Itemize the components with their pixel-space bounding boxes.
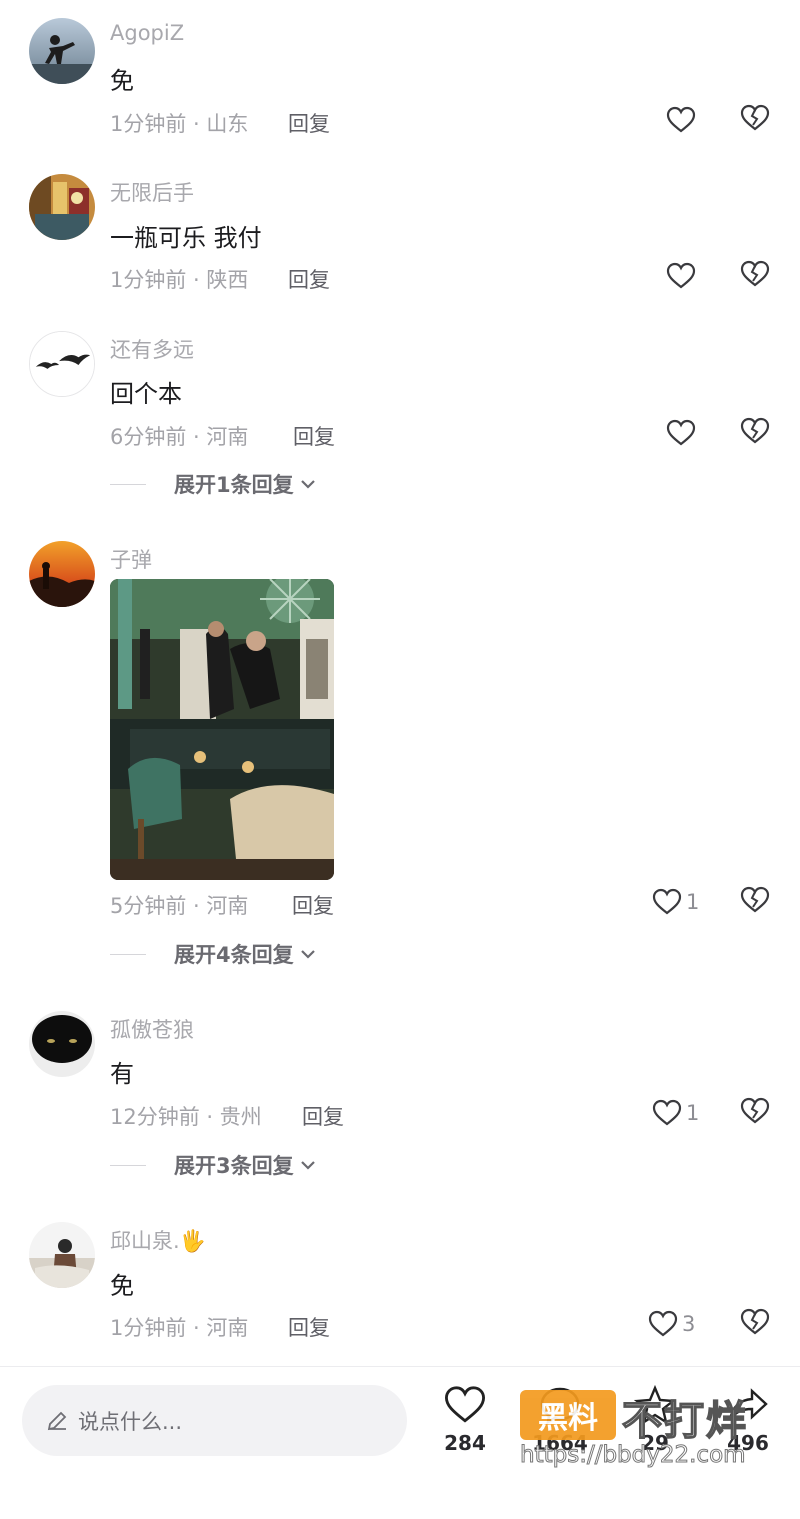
like-button[interactable]: 3 [648,1308,695,1340]
expand-replies-button[interactable]: 展开4条回复 [110,939,316,969]
expand-replies-label: 展开4条回复 [174,943,294,967]
reply-button[interactable]: 回复 [292,890,334,920]
like-button[interactable]: 1 [652,1097,699,1129]
comment-time-location: 1分钟前 · 陕西 [110,268,249,292]
comment-time-location: 5分钟前 · 河南 [110,894,249,918]
username-text: 邱山泉. [110,1229,180,1253]
bottom-action-bar: 说点什么... 284 1664 29 496 [0,1367,800,1519]
reply-button[interactable]: 回复 [288,1312,330,1342]
heart-outline-icon [648,1310,678,1337]
avatar[interactable] [29,541,95,607]
dislike-button[interactable] [740,260,770,292]
like-count: 3 [682,1312,696,1336]
broken-heart-icon [740,1308,770,1335]
like-button[interactable] [666,417,696,449]
reply-button[interactable]: 回复 [288,108,330,138]
username[interactable]: 还有多远 [110,334,194,364]
like-count: 1 [686,890,700,914]
username[interactable]: AgopiZ [110,21,184,45]
avatar[interactable] [29,331,95,397]
expand-replies-button[interactable]: 展开1条回复 [110,469,316,499]
share-total: 496 [727,1431,769,1455]
expand-replies-label: 展开3条回复 [174,1154,294,1178]
comment-time-location: 6分钟前 · 河南 [110,425,249,449]
like-count: 1 [686,1101,700,1125]
heart-outline-icon [666,419,696,446]
broken-heart-icon [740,1097,770,1124]
comment-total: 1664 [532,1431,588,1455]
avatar[interactable] [29,18,95,84]
like-button[interactable]: 1 [652,886,699,918]
comment-input-placeholder: 说点什么... [78,1409,183,1434]
username[interactable]: 邱山泉.🖐 [110,1225,206,1255]
broken-heart-icon [740,886,770,913]
broken-heart-icon [740,417,770,444]
reply-button[interactable]: 回复 [302,1101,344,1131]
comment-image[interactable] [110,579,334,880]
comment-bubble-icon [540,1387,580,1425]
dislike-button[interactable] [740,104,770,136]
broken-heart-icon [740,260,770,287]
favorite-action[interactable]: 29 [620,1384,690,1455]
expand-replies-label: 展开1条回复 [174,473,294,497]
chevron-down-icon [300,480,315,489]
like-total: 284 [444,1431,486,1455]
like-button[interactable] [666,260,696,292]
pencil-icon [47,1411,67,1430]
like-button[interactable] [666,104,696,136]
comment-text: 有 [110,1060,134,1088]
divider-line [110,1164,146,1166]
dislike-button[interactable] [740,886,770,918]
like-action[interactable]: 284 [430,1385,500,1455]
avatar[interactable] [29,1011,95,1077]
comment-text: 回个本 [110,380,182,408]
comment-input[interactable]: 说点什么... [22,1385,407,1456]
star-icon [633,1384,677,1425]
dislike-button[interactable] [740,1308,770,1340]
chevron-down-icon [300,1161,315,1170]
divider-line [110,953,146,955]
favorite-total: 29 [641,1431,669,1455]
username[interactable]: 孤傲苍狼 [110,1014,194,1044]
comment-text: 免 [110,67,134,95]
divider-line [110,483,146,485]
comment-text: 一瓶可乐 我付 [110,224,262,252]
avatar[interactable] [29,174,95,240]
raised-hand-emoji: 🖐 [179,1229,206,1253]
username[interactable]: 子弹 [110,544,152,574]
heart-outline-icon [666,106,696,133]
comment-time-location: 12分钟前 · 贵州 [110,1105,262,1129]
share-icon [728,1388,768,1421]
comment-time-location: 1分钟前 · 山东 [110,112,249,136]
reply-button[interactable]: 回复 [288,264,330,294]
heart-outline-icon [652,1099,682,1126]
username[interactable]: 无限后手 [110,177,194,207]
dislike-button[interactable] [740,417,770,449]
avatar[interactable] [29,1222,95,1288]
chevron-down-icon [300,950,315,959]
share-action[interactable]: 496 [713,1385,783,1455]
reply-button[interactable]: 回复 [293,421,335,451]
heart-outline-icon [666,262,696,289]
dislike-button[interactable] [740,1097,770,1129]
comment-text: 免 [110,1272,134,1300]
comment-action[interactable]: 1664 [525,1385,595,1455]
heart-outline-icon [444,1386,486,1423]
comment-time-location: 1分钟前 · 河南 [110,1316,249,1340]
broken-heart-icon [740,104,770,131]
heart-outline-icon [652,888,682,915]
expand-replies-button[interactable]: 展开3条回复 [110,1150,316,1180]
